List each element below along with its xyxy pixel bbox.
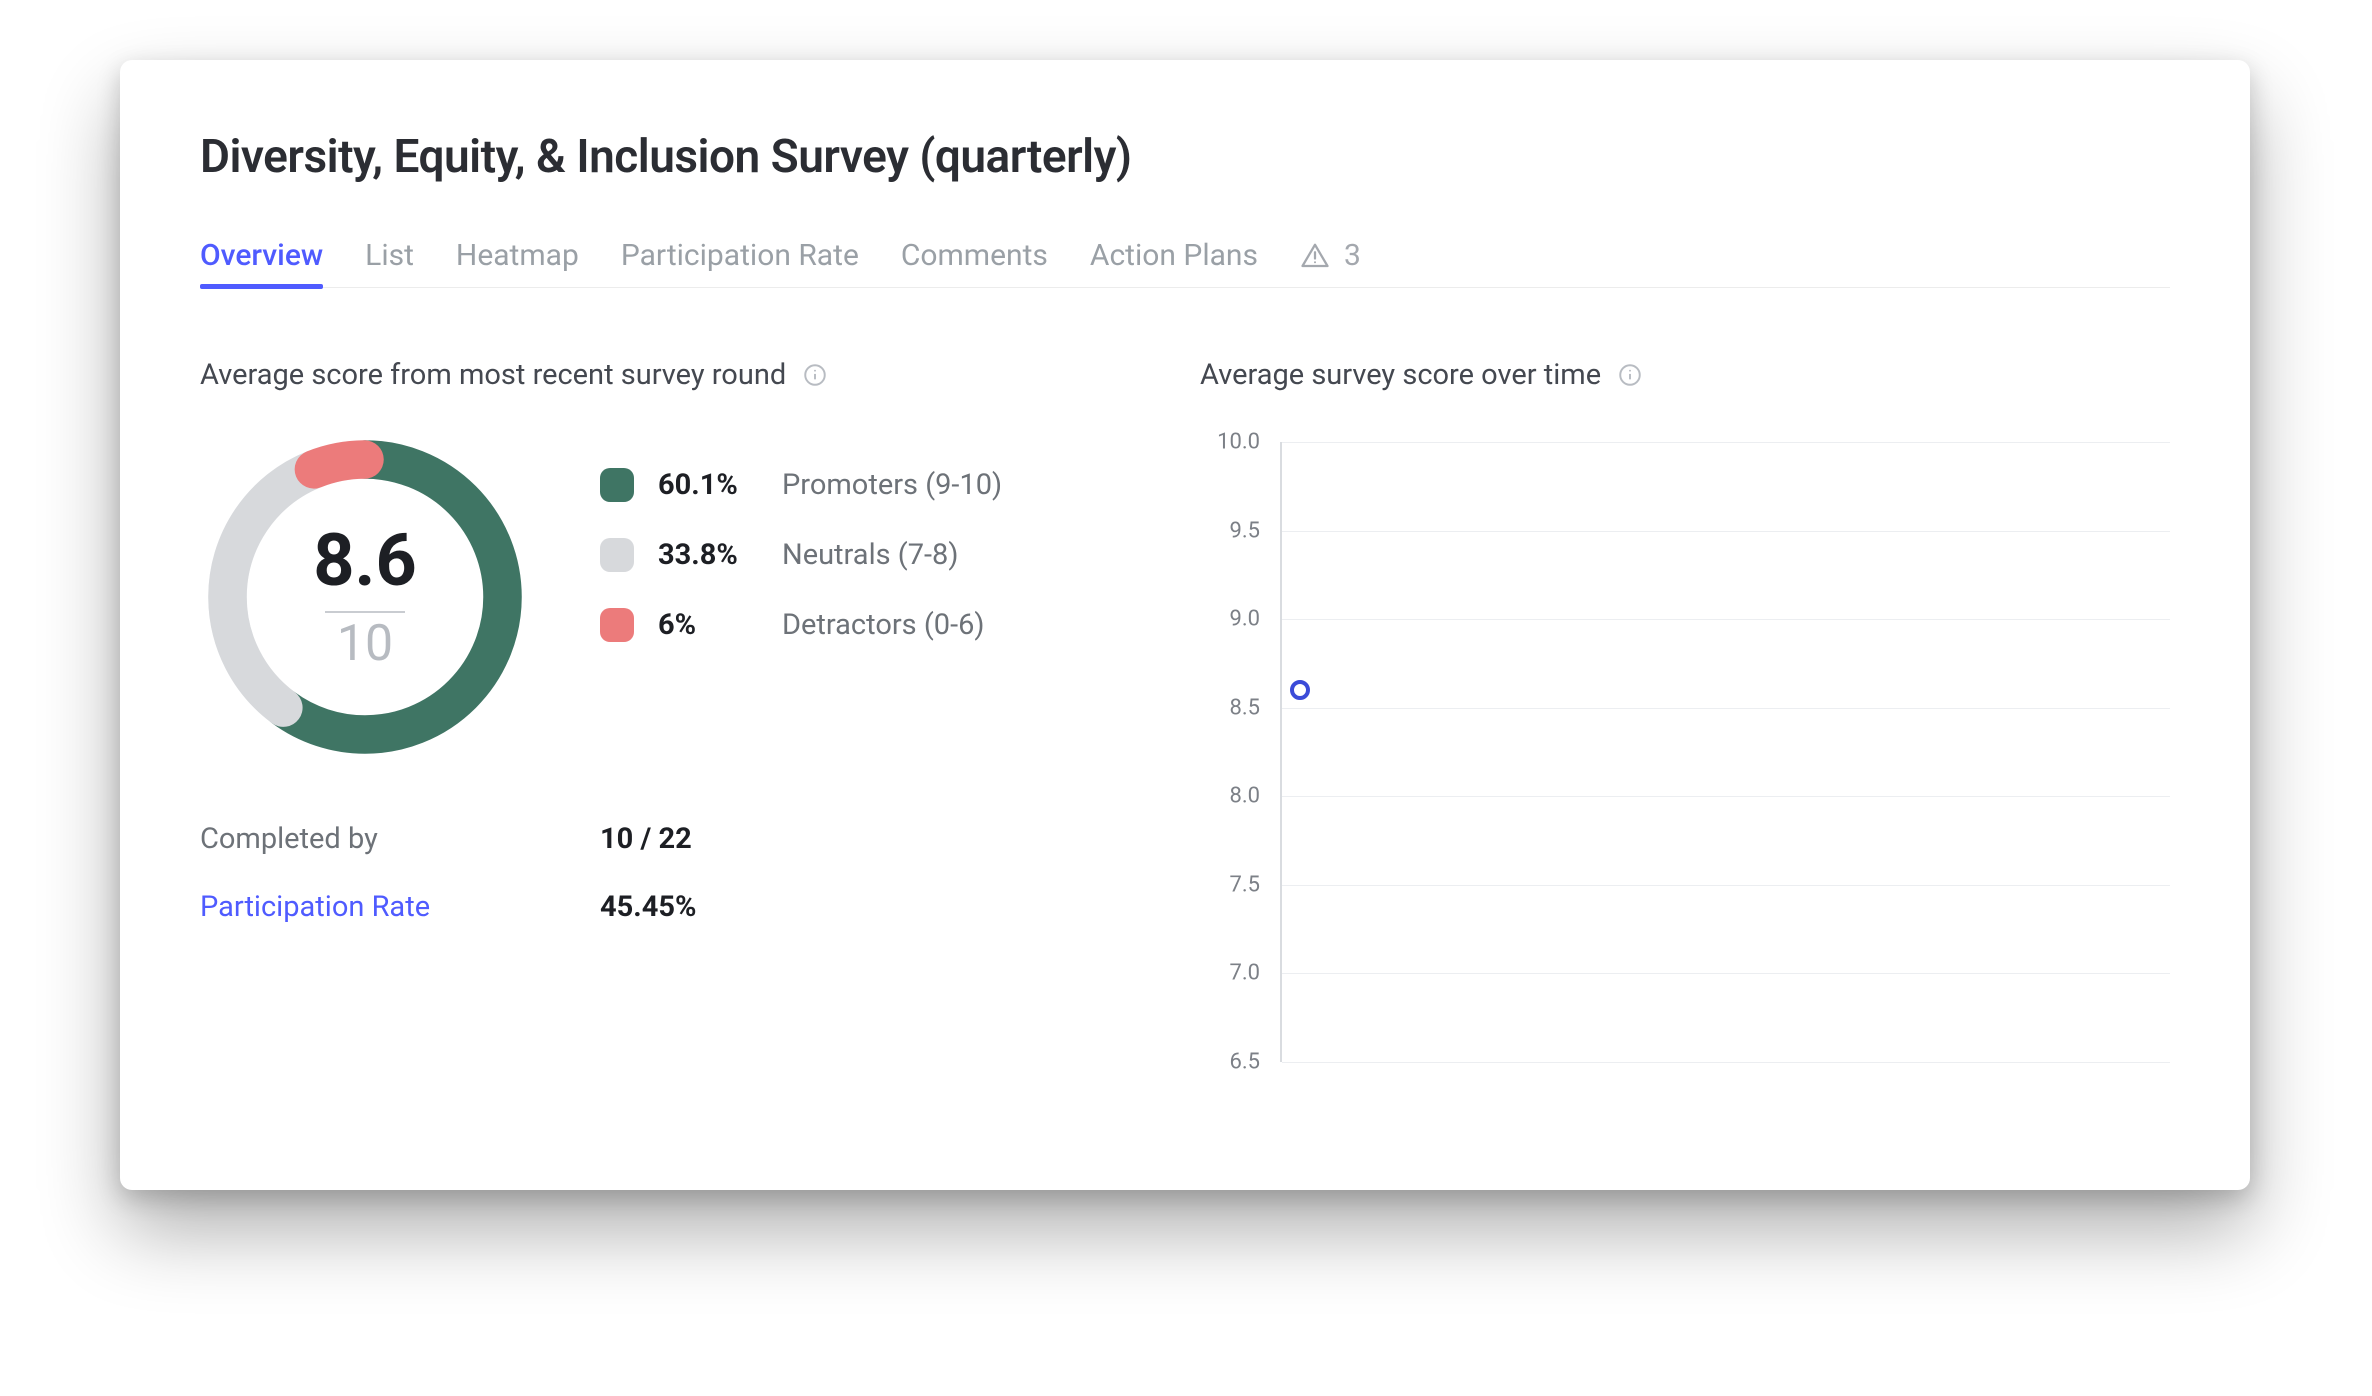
score-donut: 8.6 10 — [200, 432, 530, 762]
recent-score-title: Average score from most recent survey ro… — [200, 358, 786, 392]
y-tick: 9.0 — [1200, 606, 1260, 631]
warning-triangle-icon — [1300, 241, 1330, 271]
info-icon[interactable] — [1617, 362, 1643, 388]
tab-heatmap[interactable]: Heatmap — [456, 224, 579, 288]
swatch-neutrals — [600, 538, 634, 572]
legend-detractors: 6% Detractors (0-6) — [600, 608, 1002, 642]
alert-count: 3 — [1344, 238, 1361, 273]
completed-by-value: 10 / 22 — [600, 822, 1120, 856]
y-tick: 8.5 — [1200, 695, 1260, 720]
completed-by-label: Completed by — [200, 822, 600, 856]
neutrals-label: Neutrals (7-8) — [782, 538, 958, 572]
y-axis: 10.0 9.5 9.0 8.5 8.0 7.5 7.0 6.5 — [1200, 432, 1270, 1072]
plot-area — [1280, 442, 2170, 1062]
survey-results-card: Diversity, Equity, & Inclusion Survey (q… — [120, 60, 2250, 1190]
promoters-pct: 60.1% — [658, 468, 758, 502]
tab-participation-rate[interactable]: Participation Rate — [621, 224, 859, 288]
tab-action-plans[interactable]: Action Plans — [1090, 224, 1258, 288]
score-max: 10 — [337, 619, 393, 669]
tab-alerts[interactable]: 3 — [1300, 224, 1361, 288]
neutrals-pct: 33.8% — [658, 538, 758, 572]
participation-rate-link[interactable]: Participation Rate — [200, 890, 600, 924]
average-score-value: 8.6 — [313, 525, 417, 597]
score-legend: 60.1% Promoters (9-10) 33.8% Neutrals (7… — [600, 432, 1002, 642]
y-tick: 7.5 — [1200, 873, 1260, 898]
score-line-chart: 10.0 9.5 9.0 8.5 8.0 7.5 7.0 6.5 — [1200, 432, 2170, 1072]
legend-promoters: 60.1% Promoters (9-10) — [600, 468, 1002, 502]
swatch-detractors — [600, 608, 634, 642]
completion-stats: Completed by 10 / 22 Participation Rate … — [200, 822, 1120, 924]
legend-neutrals: 33.8% Neutrals (7-8) — [600, 538, 1002, 572]
recent-score-panel: Average score from most recent survey ro… — [200, 358, 1120, 1072]
y-tick: 8.0 — [1200, 784, 1260, 809]
page-title: Diversity, Equity, & Inclusion Survey (q… — [200, 130, 2170, 184]
tab-comments[interactable]: Comments — [901, 224, 1048, 288]
participation-rate-value: 45.45% — [600, 890, 1120, 924]
y-tick: 9.5 — [1200, 518, 1260, 543]
detractors-label: Detractors (0-6) — [782, 608, 984, 642]
y-tick: 6.5 — [1200, 1049, 1260, 1074]
y-tick: 10.0 — [1200, 429, 1260, 454]
tab-list[interactable]: List — [365, 224, 414, 288]
data-point[interactable] — [1290, 680, 1310, 700]
info-icon[interactable] — [802, 362, 828, 388]
tab-overview[interactable]: Overview — [200, 224, 323, 288]
over-time-title: Average survey score over time — [1200, 358, 1601, 392]
tabs-bar: Overview List Heatmap Participation Rate… — [200, 224, 2170, 288]
score-divider — [325, 611, 405, 613]
detractors-pct: 6% — [658, 608, 758, 642]
promoters-label: Promoters (9-10) — [782, 468, 1002, 502]
swatch-promoters — [600, 468, 634, 502]
score-over-time-panel: Average survey score over time 10.0 9.5 … — [1200, 358, 2170, 1072]
content-row: Average score from most recent survey ro… — [200, 358, 2170, 1072]
y-tick: 7.0 — [1200, 961, 1260, 986]
